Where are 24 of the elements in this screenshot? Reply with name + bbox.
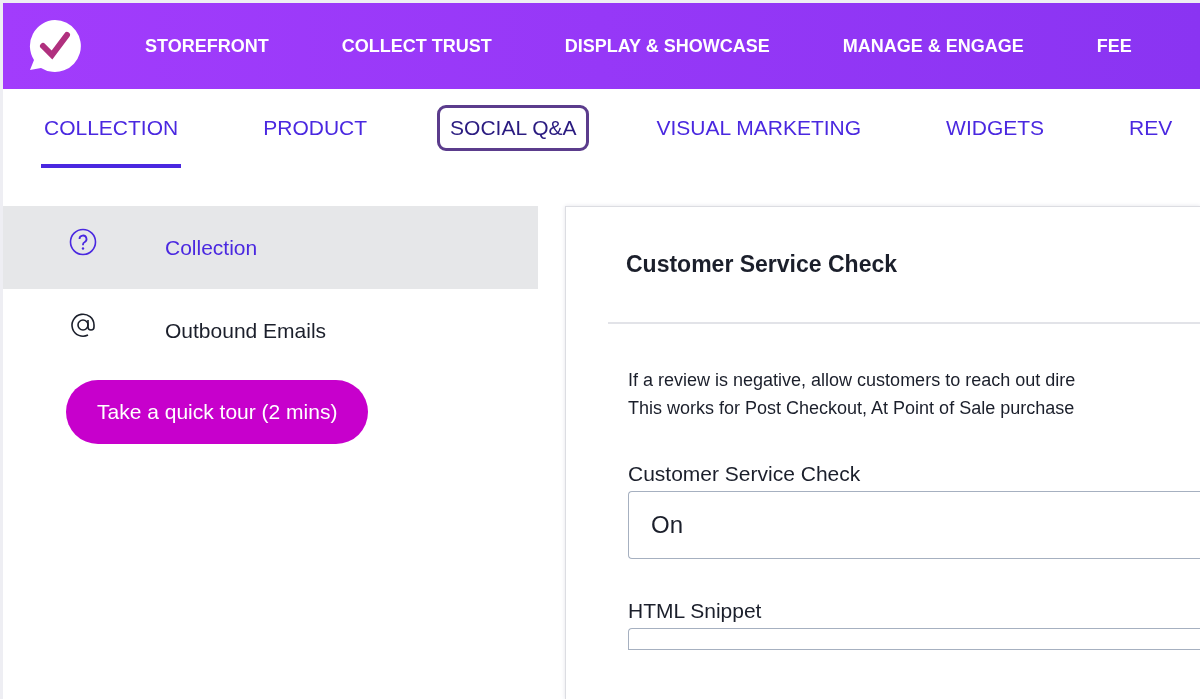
top-nav-link[interactable]: DISPLAY & SHOWCASE — [564, 35, 770, 57]
text-area-field[interactable] — [628, 628, 1200, 650]
top-nav-link[interactable]: STOREFRONT — [145, 35, 269, 57]
panel-title: Customer Service Check — [608, 207, 1200, 324]
sidebar-item[interactable]: Collection — [3, 206, 538, 289]
tab[interactable]: SOCIAL Q&A — [437, 105, 590, 151]
logo-icon — [27, 18, 83, 74]
description-text: This works for Post Checkout, At Point of Sale purchase — [628, 397, 1076, 420]
tab[interactable]: VISUAL MARKETING — [653, 105, 865, 168]
top-nav-link[interactable]: COLLECT TRUST — [341, 35, 492, 57]
help-icon — [69, 227, 97, 256]
top-nav-link[interactable]: FEE — [1096, 35, 1132, 57]
select-field[interactable]: On — [628, 491, 1200, 559]
sidebar-item[interactable]: Outbound Emails — [3, 289, 538, 373]
at-sign-icon — [69, 311, 97, 339]
tab[interactable]: PRODUCT — [260, 105, 371, 168]
tab[interactable]: COLLECTION — [41, 105, 182, 168]
top-nav-link[interactable]: MANAGE & ENGAGE — [842, 35, 1024, 57]
field-label: HTML Snippet — [628, 599, 763, 623]
tab[interactable]: REV — [1126, 105, 1176, 168]
tab[interactable]: WIDGETS — [943, 105, 1048, 168]
description-text: If a review is negative, allow customers to reach out dire — [628, 369, 1077, 392]
tour-button[interactable]: Take a quick tour (2 mins) — [66, 380, 369, 444]
field-label: Customer Service Check — [628, 462, 862, 486]
